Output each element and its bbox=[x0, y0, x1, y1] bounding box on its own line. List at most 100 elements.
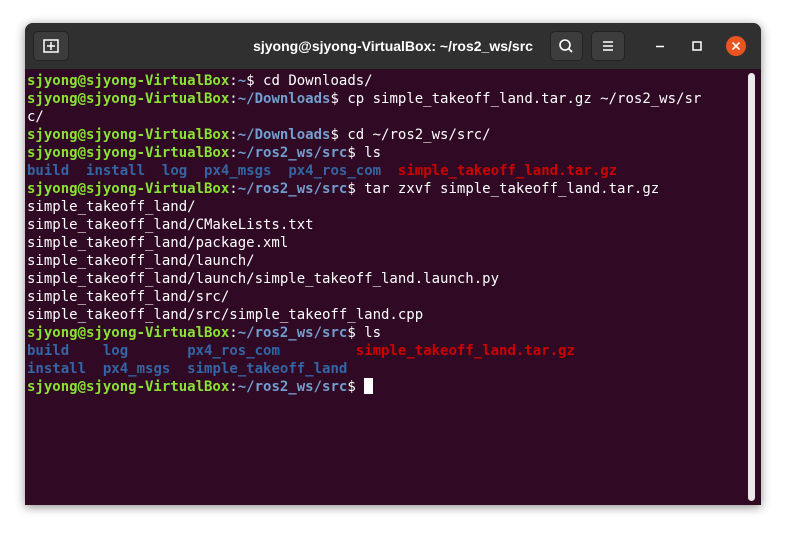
column-gap bbox=[381, 163, 398, 179]
prompt-sigil: $ bbox=[347, 145, 356, 161]
prompt-user: sjyong@sjyong-VirtualBox bbox=[27, 91, 230, 107]
directory-entry: build bbox=[27, 343, 70, 359]
prompt-line: sjyong@sjyong-VirtualBox:~/Downloads$ cp… bbox=[27, 90, 701, 108]
column-gap bbox=[128, 343, 187, 359]
prompt-sigil: $ bbox=[347, 325, 356, 341]
menu-button[interactable] bbox=[591, 31, 625, 61]
prompt-path: ~/ros2_ws/src bbox=[237, 325, 348, 341]
command-text: ls bbox=[355, 145, 382, 161]
prompt-path: ~/Downloads bbox=[237, 127, 331, 143]
title-bar[interactable]: sjyong@sjyong-VirtualBox: ~/ros2_ws/src bbox=[25, 23, 761, 69]
prompt-colon: : bbox=[229, 127, 238, 143]
prompt-user: sjyong@sjyong-VirtualBox bbox=[27, 127, 230, 143]
close-icon bbox=[731, 41, 741, 51]
scrollbar[interactable] bbox=[748, 73, 755, 501]
close-button[interactable] bbox=[726, 36, 746, 56]
column-gap bbox=[280, 343, 356, 359]
output-text: simple_takeoff_land/ bbox=[27, 199, 196, 215]
prompt-line: sjyong@sjyong-VirtualBox:~/ros2_ws/src$ … bbox=[27, 180, 701, 198]
text-cursor bbox=[364, 378, 374, 394]
prompt-colon: : bbox=[229, 145, 238, 161]
new-tab-button[interactable] bbox=[33, 31, 69, 61]
prompt-path: ~/ros2_ws/src bbox=[237, 181, 348, 197]
archive-file-entry: simple_takeoff_land.tar.gz bbox=[355, 343, 575, 359]
new-tab-icon bbox=[43, 39, 59, 53]
prompt-colon: : bbox=[229, 181, 238, 197]
column-gap bbox=[86, 361, 103, 377]
output-line: simple_takeoff_land/launch/ bbox=[27, 252, 701, 270]
output-line: simple_takeoff_land/launch/simple_takeof… bbox=[27, 270, 701, 288]
prompt-line: sjyong@sjyong-VirtualBox:~/ros2_ws/src$ … bbox=[27, 324, 701, 342]
output-line: simple_takeoff_land/src/ bbox=[27, 288, 701, 306]
prompt-sigil: $ bbox=[330, 91, 339, 107]
search-icon bbox=[559, 39, 573, 53]
output-text: simple_takeoff_land/CMakeLists.txt bbox=[27, 217, 314, 233]
prompt-sigil: $ bbox=[347, 379, 356, 395]
prompt-colon: : bbox=[229, 379, 238, 395]
output-line: simple_takeoff_land/ bbox=[27, 198, 701, 216]
command-text: ls bbox=[355, 325, 382, 341]
column-gap bbox=[69, 343, 103, 359]
prompt-line: sjyong@sjyong-VirtualBox:~/ros2_ws/src$ bbox=[27, 378, 701, 396]
command-text: cd Downloads/ bbox=[254, 73, 373, 89]
output-line: simple_takeoff_land/src/simple_takeoff_l… bbox=[27, 306, 701, 324]
output-text: simple_takeoff_land/package.xml bbox=[27, 235, 289, 251]
maximize-icon bbox=[692, 41, 702, 51]
column-gap bbox=[271, 163, 288, 179]
column-gap bbox=[69, 163, 86, 179]
prompt-user: sjyong@sjyong-VirtualBox bbox=[27, 145, 230, 161]
prompt-colon: : bbox=[229, 91, 238, 107]
directory-entry: install bbox=[27, 361, 87, 377]
archive-file-entry: simple_takeoff_land.tar.gz bbox=[397, 163, 618, 179]
output-line: simple_takeoff_land/package.xml bbox=[27, 234, 701, 252]
directory-entry: log bbox=[102, 343, 129, 359]
prompt-user: sjyong@sjyong-VirtualBox bbox=[27, 325, 230, 341]
output-text: c/ bbox=[27, 109, 44, 125]
scrollbar-thumb[interactable] bbox=[748, 73, 755, 501]
command-text: tar zxvf simple_takeoff_land.tar.gz bbox=[355, 181, 660, 197]
prompt-user: sjyong@sjyong-VirtualBox bbox=[27, 73, 230, 89]
command-text: cd ~/ros2_ws/src/ bbox=[338, 127, 491, 143]
prompt-colon: : bbox=[229, 73, 238, 89]
search-button[interactable] bbox=[550, 31, 583, 61]
prompt-path: ~/ros2_ws/src bbox=[237, 145, 348, 161]
command-text bbox=[356, 379, 364, 395]
window-title: sjyong@sjyong-VirtualBox: ~/ros2_ws/src bbox=[253, 38, 533, 54]
ls-output-line: install px4_msgs simple_takeoff_land bbox=[27, 360, 701, 378]
output-line: simple_takeoff_land/CMakeLists.txt bbox=[27, 216, 701, 234]
terminal-lines: sjyong@sjyong-VirtualBox:~$ cd Downloads… bbox=[27, 72, 701, 396]
prompt-line: sjyong@sjyong-VirtualBox:~/ros2_ws/src$ … bbox=[27, 144, 701, 162]
output-text: simple_takeoff_land/launch/ bbox=[27, 253, 255, 269]
directory-entry: simple_takeoff_land bbox=[187, 361, 348, 377]
hamburger-menu-icon bbox=[603, 41, 613, 51]
directory-entry: install bbox=[86, 163, 146, 179]
directory-entry: px4_msgs bbox=[204, 163, 272, 179]
prompt-line: sjyong@sjyong-VirtualBox:~/Downloads$ cd… bbox=[27, 126, 701, 144]
directory-entry: build bbox=[27, 163, 70, 179]
prompt-user: sjyong@sjyong-VirtualBox bbox=[27, 181, 230, 197]
maximize-button[interactable] bbox=[687, 36, 707, 56]
column-gap bbox=[145, 163, 162, 179]
column-gap bbox=[187, 163, 204, 179]
terminal-window: sjyong@sjyong-VirtualBox: ~/ros2_ws/src bbox=[25, 23, 761, 505]
column-gap bbox=[170, 361, 187, 377]
prompt-sigil: $ bbox=[246, 73, 255, 89]
directory-entry: px4_ros_com bbox=[187, 343, 280, 359]
directory-entry: log bbox=[161, 163, 188, 179]
minimize-icon bbox=[656, 45, 664, 48]
command-text: cp simple_takeoff_land.tar.gz ~/ros2_ws/… bbox=[338, 91, 702, 107]
prompt-colon: : bbox=[229, 325, 238, 341]
prompt-line: sjyong@sjyong-VirtualBox:~$ cd Downloads… bbox=[27, 72, 701, 90]
prompt-user: sjyong@sjyong-VirtualBox bbox=[27, 379, 230, 395]
output-text: simple_takeoff_land/launch/simple_takeof… bbox=[27, 271, 500, 287]
terminal-output[interactable]: sjyong@sjyong-VirtualBox:~$ cd Downloads… bbox=[25, 69, 761, 505]
directory-entry: px4_msgs bbox=[102, 361, 171, 377]
prompt-path: ~ bbox=[237, 73, 247, 89]
output-text: simple_takeoff_land/src/ bbox=[27, 289, 230, 305]
ls-output-line: build install log px4_msgs px4_ros_com s… bbox=[27, 162, 701, 180]
prompt-sigil: $ bbox=[330, 127, 339, 143]
directory-entry: px4_ros_com bbox=[288, 163, 382, 179]
prompt-path: ~/Downloads bbox=[237, 91, 331, 107]
prompt-path: ~/ros2_ws/src bbox=[237, 379, 348, 395]
minimize-button[interactable] bbox=[650, 36, 670, 56]
